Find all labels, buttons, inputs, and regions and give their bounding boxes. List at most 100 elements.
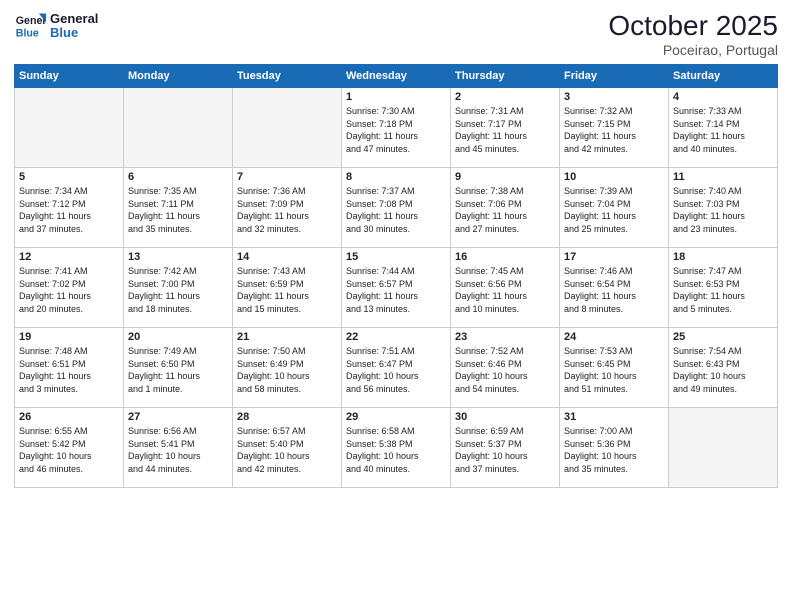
calendar-cell: 2 Sunrise: 7:31 AM Sunset: 7:17 PM Daylig… [451,88,560,168]
calendar-cell: 21Sunrise: 7:50 AM Sunset: 6:49 PM Dayli… [233,328,342,408]
day-info: Sunrise: 7:36 AM Sunset: 7:09 PM Dayligh… [237,185,337,235]
day-number: 2 [455,91,555,103]
calendar-cell [669,408,778,488]
calendar-cell: 29 Sunrise: 6:58 AM Sunset: 5:38 PM Dayli… [342,408,451,488]
calendar-cell: 27 Sunrise: 6:56 AM Sunset: 5:41 PM Dayli… [124,408,233,488]
calendar-cell [15,88,124,168]
day-info: Sunrise: 7:46 AM Sunset: 6:54 PM Dayligh… [564,265,664,315]
day-info: Sunrise: 7:30 AM Sunset: 7:18 PM Dayligh… [346,105,446,155]
title-block: October 2025 Poceirao, Portugal [608,10,778,58]
day-number: 16 [455,251,555,263]
day-number: 7 [237,171,337,183]
calendar-cell: 4Sunrise: 7:33 AM Sunset: 7:14 PM Daylig… [669,88,778,168]
day-number: 10 [564,171,664,183]
day-info: Sunrise: 7:45 AM Sunset: 6:56 PM Dayligh… [455,265,555,315]
logo-text-general: General [50,12,98,26]
calendar-cell: 15Sunrise: 7:44 AM Sunset: 6:57 PM Dayli… [342,248,451,328]
day-info: Sunrise: 7:47 AM Sunset: 6:53 PM Dayligh… [673,265,773,315]
day-number: 23 [455,331,555,343]
calendar-cell [124,88,233,168]
calendar-cell: 6Sunrise: 7:35 AM Sunset: 7:11 PM Daylig… [124,168,233,248]
day-number: 20 [128,331,228,343]
day-info: Sunrise: 7:53 AM Sunset: 6:45 PM Dayligh… [564,345,664,395]
day-info: Sunrise: 7:44 AM Sunset: 6:57 PM Dayligh… [346,265,446,315]
day-number: 29 [346,411,446,423]
location: Poceirao, Portugal [608,42,778,58]
day-info: Sunrise: 7:52 AM Sunset: 6:46 PM Dayligh… [455,345,555,395]
calendar-cell: 22Sunrise: 7:51 AM Sunset: 6:47 PM Dayli… [342,328,451,408]
day-info: Sunrise: 7:31 AM Sunset: 7:17 PM Dayligh… [455,105,555,155]
day-info: Sunrise: 7:33 AM Sunset: 7:14 PM Dayligh… [673,105,773,155]
day-number: 12 [19,251,119,263]
day-number: 26 [19,411,119,423]
day-info: Sunrise: 7:38 AM Sunset: 7:06 PM Dayligh… [455,185,555,235]
day-number: 24 [564,331,664,343]
calendar-cell: 5Sunrise: 7:34 AM Sunset: 7:12 PM Daylig… [15,168,124,248]
calendar-cell: 10Sunrise: 7:39 AM Sunset: 7:04 PM Dayli… [560,168,669,248]
day-number: 13 [128,251,228,263]
calendar-cell: 13 Sunrise: 7:42 AM Sunset: 7:00 PM Dayli… [124,248,233,328]
page-container: General Blue General Blue October 2025 P… [0,0,792,498]
day-number: 28 [237,411,337,423]
day-info: Sunrise: 7:48 AM Sunset: 6:51 PM Dayligh… [19,345,119,395]
day-info: Sunrise: 7:00 AM Sunset: 5:36 PM Dayligh… [564,425,664,475]
weekday-header: Sunday [15,65,124,88]
day-info: Sunrise: 7:42 AM Sunset: 7:00 PM Dayligh… [128,265,228,315]
calendar-cell: 12Sunrise: 7:41 AM Sunset: 7:02 PM Dayli… [15,248,124,328]
calendar-cell: 23 Sunrise: 7:52 AM Sunset: 6:46 PM Dayli… [451,328,560,408]
day-number: 18 [673,251,773,263]
day-info: Sunrise: 7:40 AM Sunset: 7:03 PM Dayligh… [673,185,773,235]
calendar-cell: 18 Sunrise: 7:47 AM Sunset: 6:53 PM Dayli… [669,248,778,328]
calendar-cell: 30Sunrise: 6:59 AM Sunset: 5:37 PM Dayli… [451,408,560,488]
logo-icon: General Blue [14,10,46,42]
calendar-week-row: 12Sunrise: 7:41 AM Sunset: 7:02 PM Dayli… [15,248,778,328]
day-number: 11 [673,171,773,183]
day-number: 1 [346,91,446,103]
calendar-cell: 24 Sunrise: 7:53 AM Sunset: 6:45 PM Dayli… [560,328,669,408]
calendar-week-row: 5Sunrise: 7:34 AM Sunset: 7:12 PM Daylig… [15,168,778,248]
calendar-week-row: 1 Sunrise: 7:30 AM Sunset: 7:18 PM Daylig… [15,88,778,168]
calendar-cell: 26 Sunrise: 6:55 AM Sunset: 5:42 PM Dayli… [15,408,124,488]
header: General Blue General Blue October 2025 P… [14,10,778,58]
calendar-cell: 19 Sunrise: 7:48 AM Sunset: 6:51 PM Dayli… [15,328,124,408]
day-number: 6 [128,171,228,183]
day-number: 17 [564,251,664,263]
day-number: 19 [19,331,119,343]
calendar-cell: 25 Sunrise: 7:54 AM Sunset: 6:43 PM Dayli… [669,328,778,408]
calendar-cell: 11 Sunrise: 7:40 AM Sunset: 7:03 PM Dayli… [669,168,778,248]
weekday-header: Thursday [451,65,560,88]
day-info: Sunrise: 6:55 AM Sunset: 5:42 PM Dayligh… [19,425,119,475]
calendar-cell: 9 Sunrise: 7:38 AM Sunset: 7:06 PM Daylig… [451,168,560,248]
day-number: 9 [455,171,555,183]
weekday-header: Tuesday [233,65,342,88]
month-title: October 2025 [608,10,778,42]
day-info: Sunrise: 7:54 AM Sunset: 6:43 PM Dayligh… [673,345,773,395]
day-info: Sunrise: 7:34 AM Sunset: 7:12 PM Dayligh… [19,185,119,235]
calendar-cell: 8 Sunrise: 7:37 AM Sunset: 7:08 PM Daylig… [342,168,451,248]
weekday-header: Saturday [669,65,778,88]
calendar-header-row: SundayMondayTuesdayWednesdayThursdayFrid… [15,65,778,88]
day-info: Sunrise: 7:50 AM Sunset: 6:49 PM Dayligh… [237,345,337,395]
calendar-week-row: 19 Sunrise: 7:48 AM Sunset: 6:51 PM Dayli… [15,328,778,408]
day-number: 30 [455,411,555,423]
day-number: 27 [128,411,228,423]
day-info: Sunrise: 7:51 AM Sunset: 6:47 PM Dayligh… [346,345,446,395]
day-number: 25 [673,331,773,343]
logo-text-blue: Blue [50,26,98,40]
svg-text:General: General [16,15,46,27]
day-number: 31 [564,411,664,423]
day-info: Sunrise: 6:56 AM Sunset: 5:41 PM Dayligh… [128,425,228,475]
day-info: Sunrise: 7:32 AM Sunset: 7:15 PM Dayligh… [564,105,664,155]
logo: General Blue General Blue [14,10,98,42]
calendar-cell: 20 Sunrise: 7:49 AM Sunset: 6:50 PM Dayli… [124,328,233,408]
calendar-cell: 31 Sunrise: 7:00 AM Sunset: 5:36 PM Dayli… [560,408,669,488]
calendar-cell: 1 Sunrise: 7:30 AM Sunset: 7:18 PM Daylig… [342,88,451,168]
calendar-table: SundayMondayTuesdayWednesdayThursdayFrid… [14,64,778,488]
day-number: 8 [346,171,446,183]
svg-text:Blue: Blue [16,28,39,40]
weekday-header: Friday [560,65,669,88]
calendar-cell: 7 Sunrise: 7:36 AM Sunset: 7:09 PM Daylig… [233,168,342,248]
day-info: Sunrise: 7:37 AM Sunset: 7:08 PM Dayligh… [346,185,446,235]
day-info: Sunrise: 6:58 AM Sunset: 5:38 PM Dayligh… [346,425,446,475]
day-info: Sunrise: 7:49 AM Sunset: 6:50 PM Dayligh… [128,345,228,395]
